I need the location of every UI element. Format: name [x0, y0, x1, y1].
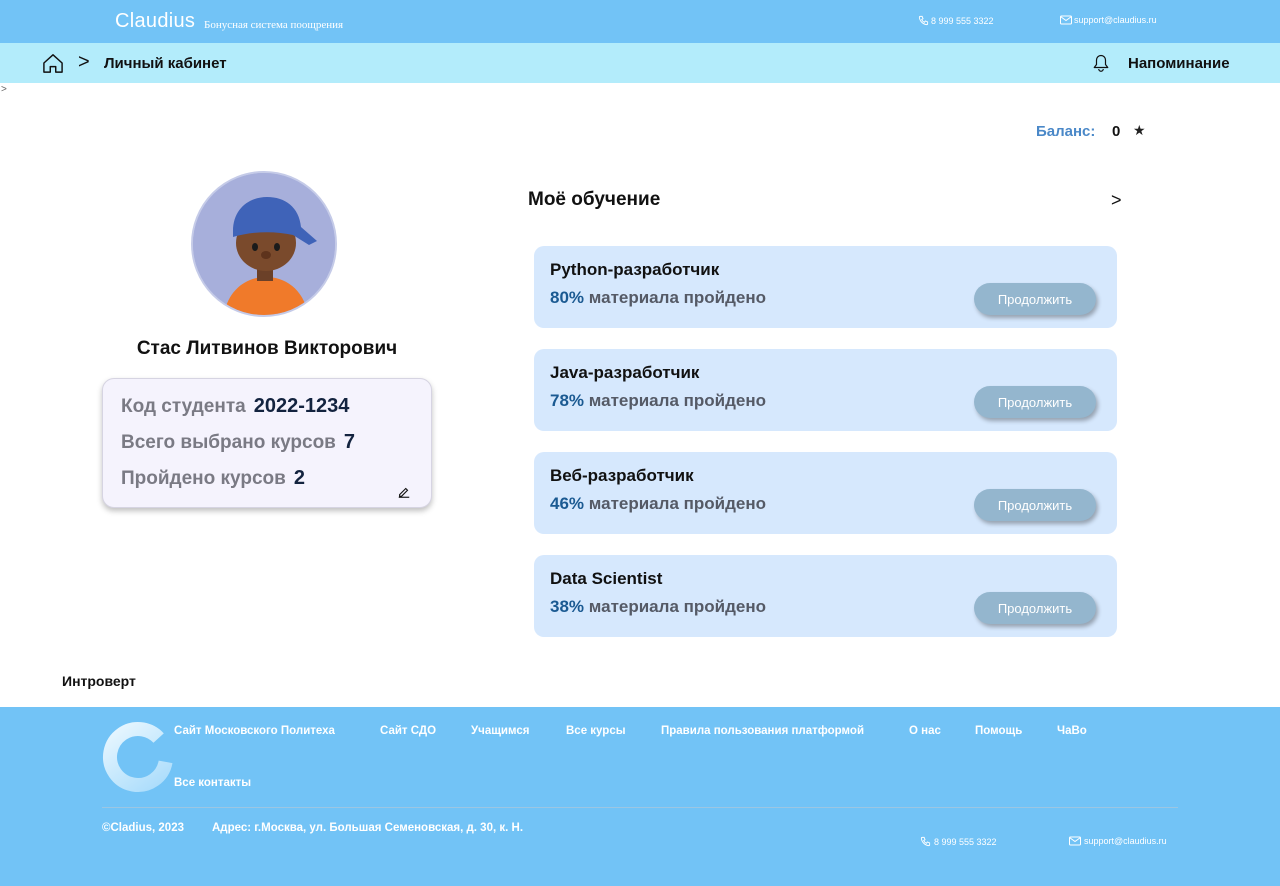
footer-link[interactable]: Сайт СДО: [380, 725, 436, 737]
student-stats-card: Код студента 2022-1234 Всего выбрано кур…: [102, 378, 432, 508]
top-header: Claudius Бонусная система поощрения 8 99…: [0, 0, 1280, 43]
stat-row-total-courses: Всего выбрано курсов 7: [121, 431, 355, 454]
stat-label: Всего выбрано курсов: [121, 432, 336, 453]
footer-email[interactable]: support@claudius.ru: [1069, 836, 1167, 846]
learning-more-arrow[interactable]: >: [1111, 190, 1122, 211]
breadcrumb-separator: >: [78, 51, 90, 73]
course-card[interactable]: Python-разработчик 80% материала пройден…: [534, 246, 1117, 328]
stat-label: Код студента: [121, 396, 246, 417]
reminder-link[interactable]: Напоминание: [1128, 55, 1230, 72]
balance-value: 0: [1112, 123, 1121, 140]
stat-value: 2: [293, 467, 305, 489]
learning-title: Моё обучение: [528, 189, 661, 210]
mail-icon: [1060, 15, 1072, 25]
footer-link[interactable]: Учащимся: [471, 725, 529, 737]
course-percent: 38%: [550, 597, 585, 616]
phone-icon: [920, 836, 931, 847]
course-card[interactable]: Data Scientist 38% материала пройдено Пр…: [534, 555, 1117, 637]
stat-label: Пройдено курсов: [121, 468, 286, 489]
header-phone[interactable]: 8 999 555 3322: [918, 15, 994, 26]
continue-button[interactable]: Продолжить: [974, 283, 1096, 315]
progress-suffix: материала пройдено: [588, 597, 767, 616]
course-card[interactable]: Java-разработчик 78% материала пройдено …: [534, 349, 1117, 431]
stat-value: 2022-1234: [253, 395, 350, 417]
breadcrumb-current[interactable]: Личный кабинет: [104, 55, 227, 72]
course-progress: 38% материала пройдено: [550, 597, 766, 617]
course-progress: 46% материала пройдено: [550, 494, 766, 514]
course-progress: 80% материала пройдено: [550, 288, 766, 308]
progress-suffix: материала пройдено: [588, 391, 767, 410]
stray-mark: >: [1, 84, 7, 95]
footer-logo-icon[interactable]: [102, 721, 174, 793]
continue-button[interactable]: Продолжить: [974, 592, 1096, 624]
balance-label: Баланс:: [1036, 123, 1096, 140]
footer: Сайт Московского Политеха Сайт СДО Учащи…: [0, 707, 1280, 886]
copyright: ©Cladius, 2023: [102, 822, 184, 834]
footer-link[interactable]: Все контакты: [174, 777, 251, 789]
address: Адрес: г.Москва, ул. Большая Семеновская…: [212, 822, 524, 834]
course-card[interactable]: Веб-разработчик 46% материала пройдено П…: [534, 452, 1117, 534]
course-name: Data Scientist: [550, 569, 663, 588]
stat-row-student-code: Код студента 2022-1234: [121, 395, 349, 418]
star-icon: ★: [1133, 122, 1146, 138]
edit-icon[interactable]: [397, 485, 411, 499]
header-email[interactable]: support@claudius.ru: [1060, 15, 1157, 25]
footer-link[interactable]: Помощь: [975, 725, 1022, 737]
user-name: Стас Литвинов Викторович: [136, 338, 398, 359]
footer-email-text: support@claudius.ru: [1084, 836, 1167, 846]
mail-icon: [1069, 836, 1081, 846]
avatar[interactable]: [191, 171, 337, 317]
footer-link[interactable]: Все курсы: [566, 725, 626, 737]
footer-link[interactable]: Сайт Московского Политеха: [174, 725, 335, 737]
home-icon[interactable]: [42, 53, 64, 73]
footer-link[interactable]: ЧаВо: [1057, 725, 1087, 737]
progress-suffix: материала пройдено: [588, 494, 767, 513]
header-phone-text: 8 999 555 3322: [931, 15, 994, 26]
phone-icon: [918, 15, 929, 26]
bell-icon[interactable]: [1092, 53, 1110, 73]
footer-phone-text: 8 999 555 3322: [934, 836, 997, 847]
course-percent: 80%: [550, 288, 585, 307]
header-email-text: support@claudius.ru: [1074, 15, 1157, 25]
footer-link[interactable]: Правила пользования платформой: [661, 725, 864, 737]
footer-divider: [102, 807, 1178, 808]
brand-logo-text[interactable]: Claudius: [115, 10, 195, 33]
stat-value: 7: [343, 431, 355, 453]
course-percent: 46%: [550, 494, 585, 513]
avatar-illustration: [193, 173, 335, 315]
personality-status: Интроверт: [62, 673, 136, 689]
breadcrumb: > Личный кабинет Напоминание: [0, 43, 1280, 83]
continue-button[interactable]: Продолжить: [974, 489, 1096, 521]
progress-suffix: материала пройдено: [588, 288, 767, 307]
course-name: Java-разработчик: [550, 363, 700, 382]
course-name: Python-разработчик: [550, 260, 720, 279]
stat-row-completed-courses: Пройдено курсов 2: [121, 467, 305, 490]
course-percent: 78%: [550, 391, 585, 410]
course-progress: 78% материала пройдено: [550, 391, 766, 411]
footer-phone[interactable]: 8 999 555 3322: [920, 836, 997, 847]
course-name: Веб-разработчик: [550, 466, 694, 485]
brand-subtitle: Бонусная система поощрения: [204, 19, 344, 31]
continue-button[interactable]: Продолжить: [974, 386, 1096, 418]
footer-link[interactable]: О нас: [909, 725, 941, 737]
